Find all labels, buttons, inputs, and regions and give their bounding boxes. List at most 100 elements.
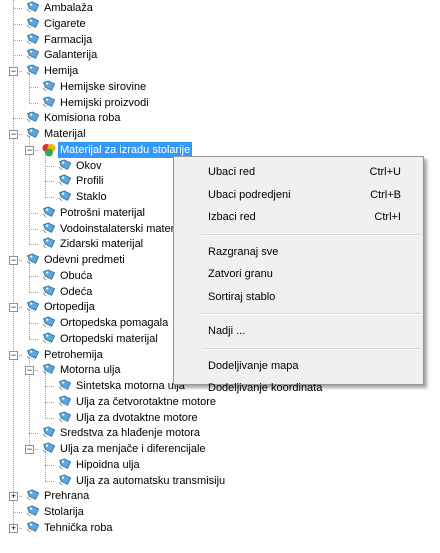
tree-line bbox=[45, 464, 54, 466]
tree-node-label[interactable]: Hemija bbox=[42, 63, 80, 79]
collapse-icon[interactable]: − bbox=[25, 445, 34, 454]
collapse-icon[interactable]: − bbox=[9, 130, 18, 139]
tree-node-label[interactable]: Staklo bbox=[74, 189, 109, 205]
tree-node-label[interactable]: Motorna ulja bbox=[58, 362, 123, 378]
menu-item[interactable]: Sortiraj stablo bbox=[176, 286, 421, 308]
tag-icon bbox=[41, 221, 57, 237]
tag-icon bbox=[25, 16, 41, 32]
tree-line bbox=[13, 118, 22, 120]
tag-icon bbox=[41, 362, 57, 378]
tree-node-label[interactable]: Materijal bbox=[42, 126, 88, 142]
tree-line bbox=[29, 291, 38, 293]
tree-node-label[interactable]: Okov bbox=[74, 158, 104, 174]
tree-node-label[interactable]: Ulja za dvotaktne motore bbox=[74, 410, 200, 426]
tag-icon bbox=[57, 394, 73, 410]
tree-node-label[interactable]: Ambalaža bbox=[42, 0, 95, 16]
menu-item[interactable]: Dodeljivanje koordinata bbox=[176, 377, 421, 399]
tag-icon bbox=[57, 410, 73, 426]
tree-node-label[interactable]: Ulja za menjače i diferencijale bbox=[58, 441, 208, 457]
tree-node-label[interactable]: Stolarija bbox=[42, 504, 86, 520]
menu-item-label: Ubaci red bbox=[208, 166, 256, 178]
menu-item-label: Izbaci red bbox=[208, 211, 256, 223]
tree-node-label[interactable]: Hemijski proizvodi bbox=[58, 95, 151, 111]
menu-item[interactable]: Ubaci red Ctrl+U bbox=[176, 161, 421, 183]
collapse-icon[interactable]: − bbox=[9, 350, 18, 360]
tree-node-label[interactable]: Galanterija bbox=[42, 47, 99, 63]
tag-icon bbox=[57, 173, 73, 189]
tree-line bbox=[45, 417, 54, 419]
menu-item-shortcut: Ctrl+B bbox=[370, 188, 401, 201]
tree-line bbox=[29, 323, 38, 324]
tag-icon bbox=[41, 79, 57, 95]
tree-node-label[interactable]: Ulja za automatsku transmisiju bbox=[74, 473, 227, 489]
tree-line bbox=[13, 39, 22, 41]
tag-icon bbox=[25, 32, 41, 48]
expand-icon[interactable]: + bbox=[9, 492, 18, 502]
tree-line bbox=[13, 512, 22, 513]
tree-line bbox=[45, 372, 46, 418]
tree-node-label[interactable]: Komisiona roba bbox=[42, 110, 122, 126]
menu-item-label: Razgranaj sve bbox=[208, 245, 279, 258]
tree-line bbox=[45, 181, 54, 183]
tree-node-label[interactable]: Zidarski materijal bbox=[58, 236, 145, 252]
menu-separator bbox=[202, 313, 421, 315]
menu-item[interactable]: Izbaci red Ctrl+I bbox=[176, 206, 421, 228]
tree-node-label[interactable]: Profili bbox=[74, 173, 106, 189]
collapse-icon[interactable]: − bbox=[25, 366, 34, 376]
menu-item-label: Ubaci podredjeni bbox=[208, 188, 291, 201]
context-menu: Ubaci red Ctrl+U Ubaci podredjeni Ctrl+B Izb… bbox=[173, 156, 424, 394]
tree-line bbox=[13, 55, 22, 57]
menu-separator bbox=[202, 347, 421, 350]
tag-icon bbox=[41, 268, 57, 284]
menu-item[interactable]: Nadji ... bbox=[176, 320, 421, 342]
tree-node-label[interactable]: Prehrana bbox=[42, 488, 91, 504]
tree-node-label[interactable]: Odevni predmeti bbox=[42, 252, 127, 268]
tag-icon bbox=[57, 378, 73, 394]
menu-item[interactable]: Dodeljivanje mapa bbox=[176, 355, 421, 377]
tree-node-label[interactable]: Ortopedija bbox=[42, 299, 97, 315]
tree-node-label[interactable]: Ortopedski materijal bbox=[58, 331, 160, 347]
tag-icon bbox=[41, 331, 57, 347]
tag-icon bbox=[57, 158, 73, 174]
menu-item[interactable]: Zatvori granu bbox=[176, 263, 421, 285]
menu-item-label: Sortiraj stablo bbox=[208, 290, 276, 303]
tag-icon bbox=[41, 205, 57, 221]
tag-icon bbox=[41, 95, 57, 111]
menu-item-label: Dodeljivanje koordinata bbox=[208, 382, 323, 394]
tree-line bbox=[45, 165, 54, 167]
tag-icon bbox=[25, 110, 41, 126]
tree-node-label[interactable]: Obuća bbox=[58, 268, 94, 284]
collapse-icon[interactable]: − bbox=[25, 145, 34, 155]
menu-item[interactable]: Ubaci podredjeni Ctrl+B bbox=[176, 184, 421, 206]
collapse-icon[interactable]: − bbox=[9, 67, 18, 76]
tree-node-label[interactable]: Sintetska motorna ulja bbox=[74, 378, 187, 394]
tree-node-label[interactable]: Vodoinstalaterski materijal bbox=[58, 221, 190, 237]
tag-icon bbox=[41, 315, 57, 331]
tree-node-label[interactable]: Farmacija bbox=[42, 32, 94, 48]
collapse-icon[interactable]: − bbox=[9, 256, 18, 265]
tree-node-label[interactable]: Odeća bbox=[58, 284, 94, 300]
tree-line bbox=[45, 401, 54, 403]
menu-item-shortcut: Ctrl+U bbox=[369, 166, 401, 178]
tag-icon bbox=[57, 457, 73, 473]
tree-node-label[interactable]: Hipoidna ulja bbox=[74, 457, 142, 473]
tree-node-label[interactable]: Petrohemija bbox=[42, 347, 105, 363]
menu-item-shortcut: Ctrl+I bbox=[374, 211, 401, 223]
tree-line bbox=[13, 23, 22, 25]
tag-icon bbox=[41, 441, 57, 457]
tree-node-label[interactable]: Ortopedska pomagala bbox=[58, 315, 170, 331]
tree-line bbox=[29, 228, 38, 230]
tree-node-label[interactable]: Tehnička roba bbox=[42, 520, 115, 536]
collapse-icon[interactable]: − bbox=[9, 303, 18, 313]
expand-icon[interactable]: + bbox=[9, 523, 18, 533]
tree-line bbox=[45, 197, 54, 198]
tree-node-label[interactable]: Hemijske sirovine bbox=[58, 79, 148, 95]
tag-icon bbox=[41, 425, 57, 441]
tag-icon bbox=[25, 126, 41, 142]
tree-node-label[interactable]: Cigarete bbox=[42, 16, 88, 32]
tag-icon bbox=[25, 504, 41, 520]
tree-node-label[interactable]: Sredstva za hlađenje motora bbox=[58, 425, 202, 441]
menu-item[interactable]: Razgranaj sve bbox=[176, 241, 421, 263]
menu-item-label: Dodeljivanje mapa bbox=[208, 359, 299, 372]
tree-node-label[interactable]: Potrošni materijal bbox=[58, 205, 147, 221]
